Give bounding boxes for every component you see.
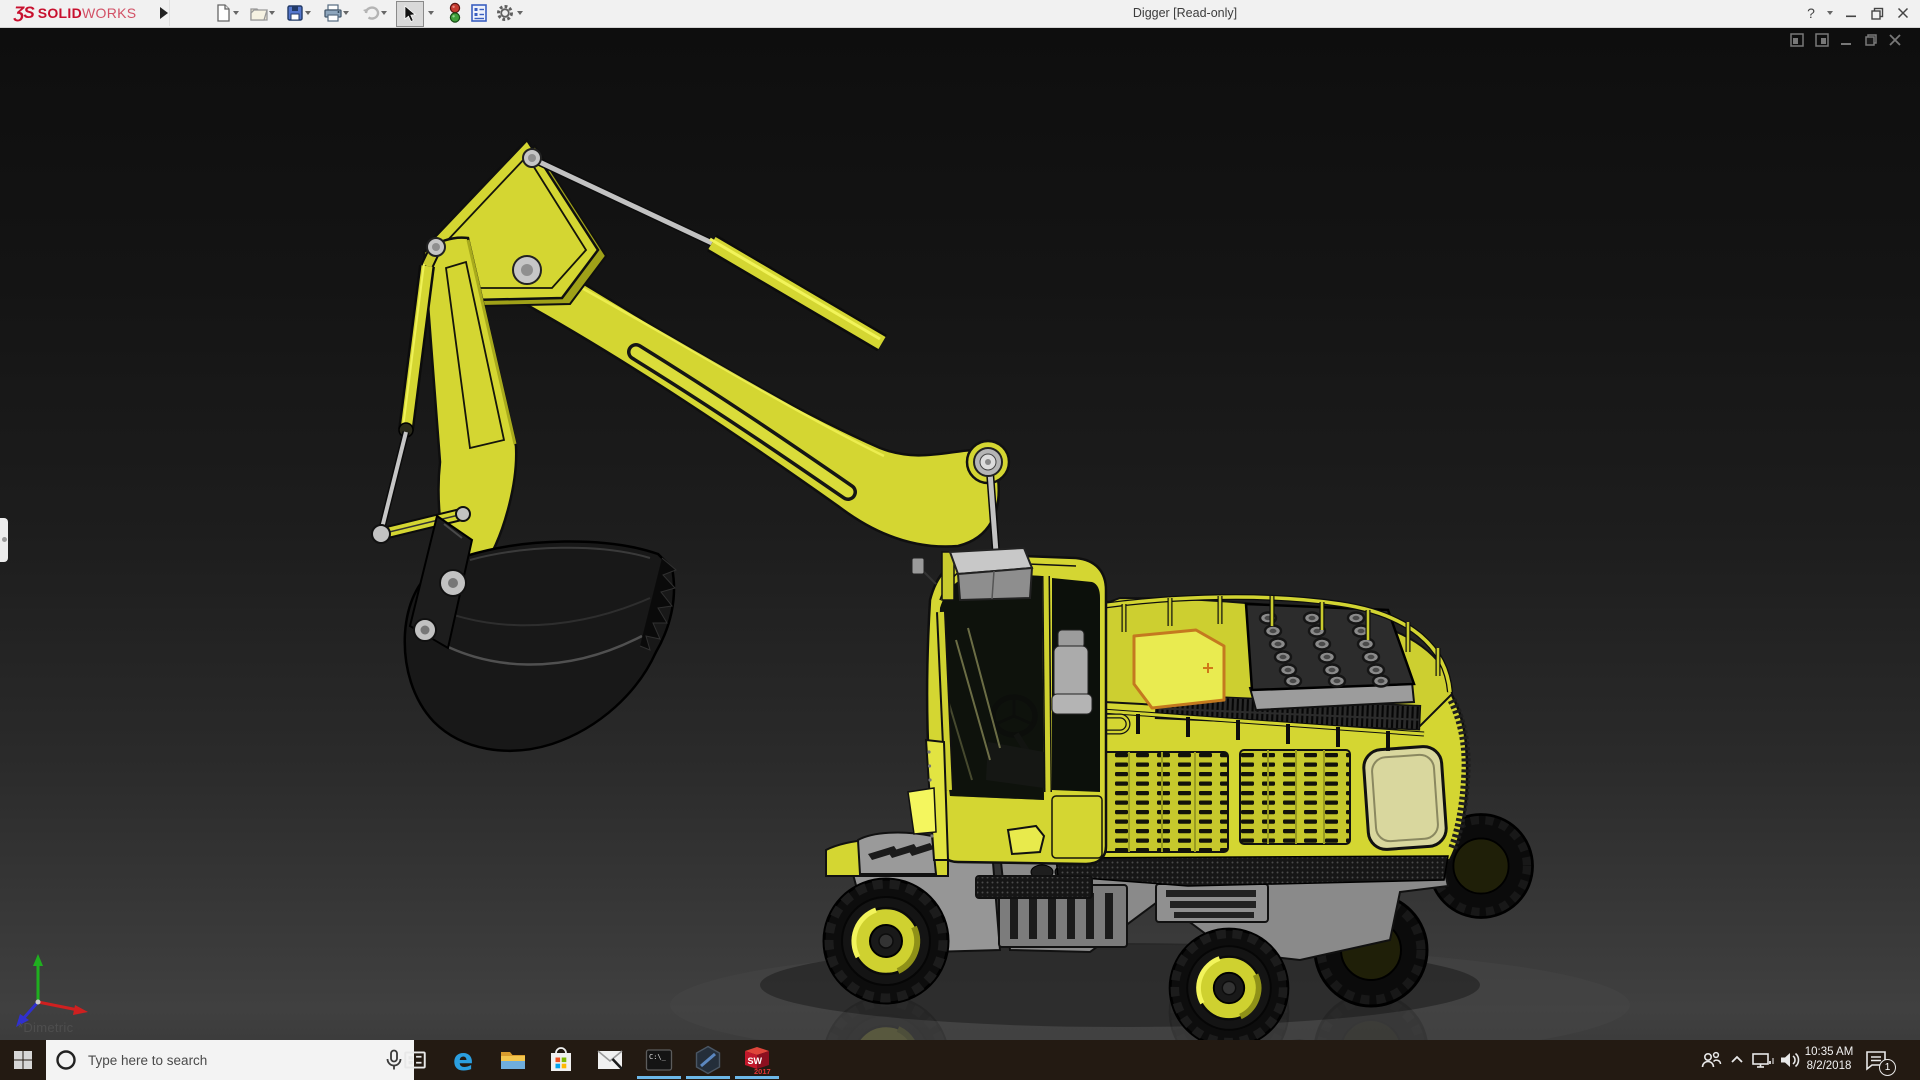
hexagon-app-icon [695, 1045, 720, 1075]
file-explorer-icon [500, 1052, 525, 1069]
command-prompt-icon: C:\_ [645, 1049, 672, 1071]
brand-light: WORKS [82, 5, 137, 21]
options-button[interactable] [494, 2, 516, 24]
rebuild-button[interactable] [444, 2, 466, 24]
svg-text:SW: SW [747, 1056, 762, 1066]
volume-button[interactable] [1778, 1049, 1800, 1071]
titlebar: ƷS SOLID WORKS Digger [Read-only] ? [0, 0, 1920, 28]
save-icon [287, 5, 303, 21]
task-view-icon [403, 1051, 426, 1069]
svg-text:2017: 2017 [754, 1067, 771, 1076]
svg-text:C:\_: C:\_ [649, 1053, 667, 1061]
clock-time: 10:35 AM [1804, 1046, 1854, 1058]
select-tool-caret[interactable] [428, 11, 434, 15]
doc-frame-button-2[interactable] [1814, 32, 1830, 48]
command-prompt-button[interactable]: C:\_ [635, 1040, 682, 1080]
clock[interactable]: 10:35 AM 8/2/2018 [1798, 1045, 1860, 1073]
open-folder-icon [250, 8, 268, 21]
close-icon [1897, 7, 1909, 19]
open-app-indicator [686, 1076, 730, 1079]
clock-date: 8/2/2018 [1806, 1060, 1852, 1072]
restore-icon [1870, 7, 1883, 20]
view-orientation-label: *Dimetric [18, 1020, 74, 1035]
start-button[interactable] [0, 1040, 46, 1080]
open-app-indicator [735, 1076, 779, 1079]
help-label: ? [1807, 5, 1815, 21]
task-pane-button[interactable] [468, 2, 490, 24]
gear-icon [497, 5, 513, 21]
traffic-light-icon [449, 2, 461, 23]
undo-button[interactable] [360, 2, 382, 24]
store-button[interactable] [537, 1040, 584, 1080]
network-icon [1752, 1053, 1774, 1068]
hexagon-app-button[interactable] [684, 1040, 731, 1080]
excavator-model[interactable] [372, 140, 1533, 1040]
help-caret[interactable] [1827, 11, 1833, 15]
select-tool-button[interactable] [396, 1, 424, 27]
save-button[interactable] [284, 2, 306, 24]
notification-badge: 1 [1879, 1059, 1896, 1076]
brand-mark: ƷS [14, 3, 35, 22]
people-button[interactable] [1700, 1049, 1722, 1071]
doc-minimize-button[interactable] [1838, 32, 1854, 48]
network-button[interactable] [1750, 1049, 1774, 1071]
solidworks-2017-icon: SW 2017 [744, 1047, 771, 1076]
doc-close-button[interactable] [1887, 32, 1903, 48]
select-cursor-icon [404, 5, 417, 22]
store-icon [550, 1047, 571, 1071]
open-app-indicator [637, 1076, 681, 1079]
task-view-button[interactable] [391, 1040, 438, 1080]
edge-button[interactable]: e [440, 1040, 487, 1080]
edge-icon: e [453, 1044, 473, 1076]
new-document-icon [217, 4, 230, 22]
restore-button[interactable] [1868, 4, 1886, 22]
graphics-viewport[interactable]: *Dimetric [0, 27, 1920, 1065]
help-button[interactable]: ? [1802, 4, 1820, 22]
save-caret[interactable] [305, 11, 311, 15]
open-caret[interactable] [269, 11, 275, 15]
speaker-icon [1781, 1052, 1800, 1068]
feature-manager-dot [1, 537, 7, 542]
solidworks-2017-button[interactable]: SW 2017 [733, 1040, 780, 1080]
feature-manager-tab[interactable] [0, 518, 8, 562]
properties-list-icon [471, 4, 487, 22]
undo-caret[interactable] [381, 11, 387, 15]
mail-icon [596, 1050, 623, 1070]
svg-text:e: e [453, 1044, 473, 1076]
brand-bold: SOLID [37, 5, 83, 21]
people-icon [1701, 1051, 1722, 1068]
search-input[interactable] [86, 1051, 370, 1069]
file-explorer-button[interactable] [489, 1040, 536, 1080]
new-document-caret[interactable] [233, 11, 239, 15]
taskbar-search[interactable] [46, 1040, 414, 1080]
open-button[interactable] [248, 2, 270, 24]
solidworks-logo: ƷS SOLID WORKS [0, 0, 170, 26]
close-button[interactable] [1894, 4, 1912, 22]
doc-restore-button[interactable] [1863, 32, 1879, 48]
minimize-button[interactable] [1842, 4, 1860, 22]
undo-icon [363, 6, 380, 20]
doc-frame-button-1[interactable] [1789, 32, 1805, 48]
chevron-up-icon [1731, 1055, 1743, 1063]
print-caret[interactable] [343, 11, 349, 15]
print-button[interactable] [322, 2, 344, 24]
print-icon [324, 4, 342, 22]
options-caret[interactable] [517, 11, 523, 15]
taskbar: e C:\_ [0, 1040, 1920, 1080]
document-title: Digger [Read-only] [1132, 6, 1238, 20]
cortana-icon [56, 1050, 76, 1070]
toolbar-flyout-icon[interactable] [160, 7, 168, 19]
tray-expand-button[interactable] [1726, 1049, 1748, 1071]
model-canvas[interactable] [0, 27, 1920, 1065]
minimize-icon [1846, 15, 1856, 18]
mail-button[interactable] [586, 1040, 633, 1080]
windows-logo-icon [14, 1051, 32, 1069]
new-document-button[interactable] [212, 2, 234, 24]
